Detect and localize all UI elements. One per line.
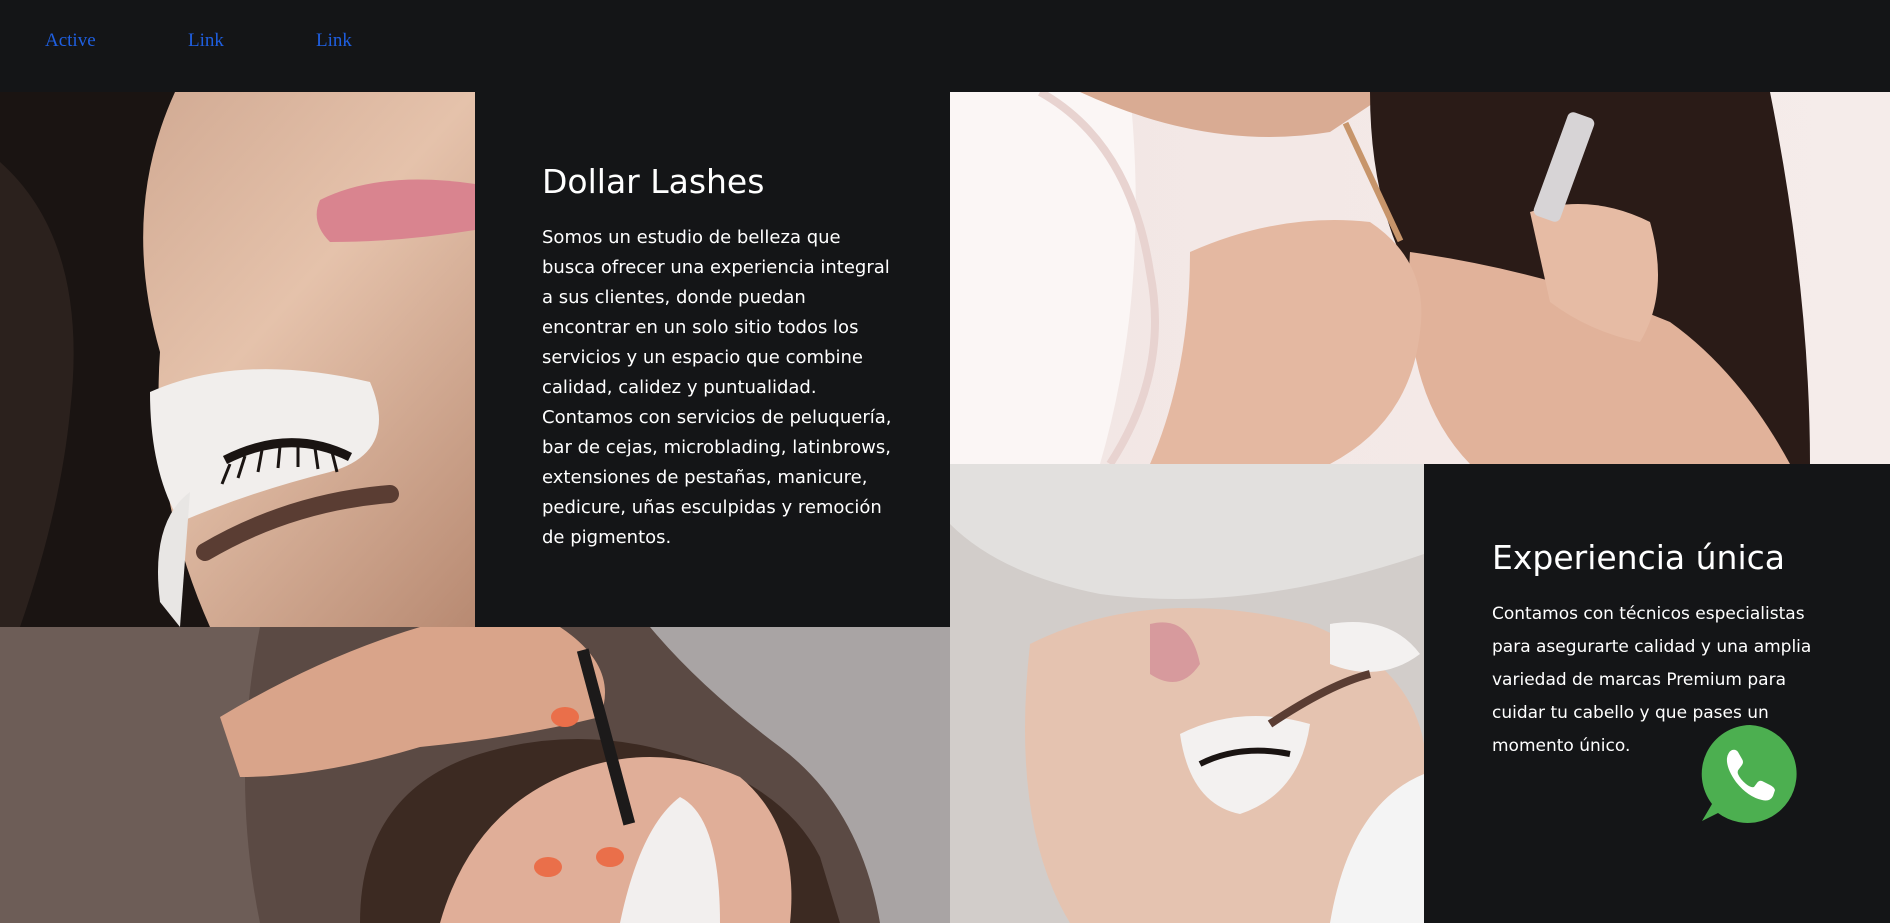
- experience-title: Experiencia única: [1492, 538, 1785, 577]
- about-title: Dollar Lashes: [542, 162, 765, 201]
- whatsapp-button[interactable]: [1698, 722, 1802, 826]
- lash-application-photo: [950, 92, 1890, 464]
- nav-link-active[interactable]: Active: [45, 30, 96, 52]
- nav-link-1[interactable]: Link: [188, 30, 224, 52]
- top-nav: Active Link Link: [0, 0, 1890, 92]
- about-section: Dollar Lashes Somos un estudio de bellez…: [542, 160, 894, 553]
- lash-client-photo: [950, 464, 1424, 923]
- eyelash-closeup-photo: [0, 92, 475, 627]
- about-body: Somos un estudio de belleza que busca of…: [542, 227, 892, 548]
- tweezers-lash-photo: [0, 627, 950, 923]
- whatsapp-icon: [1701, 725, 1797, 823]
- nav-link-2[interactable]: Link: [316, 30, 352, 52]
